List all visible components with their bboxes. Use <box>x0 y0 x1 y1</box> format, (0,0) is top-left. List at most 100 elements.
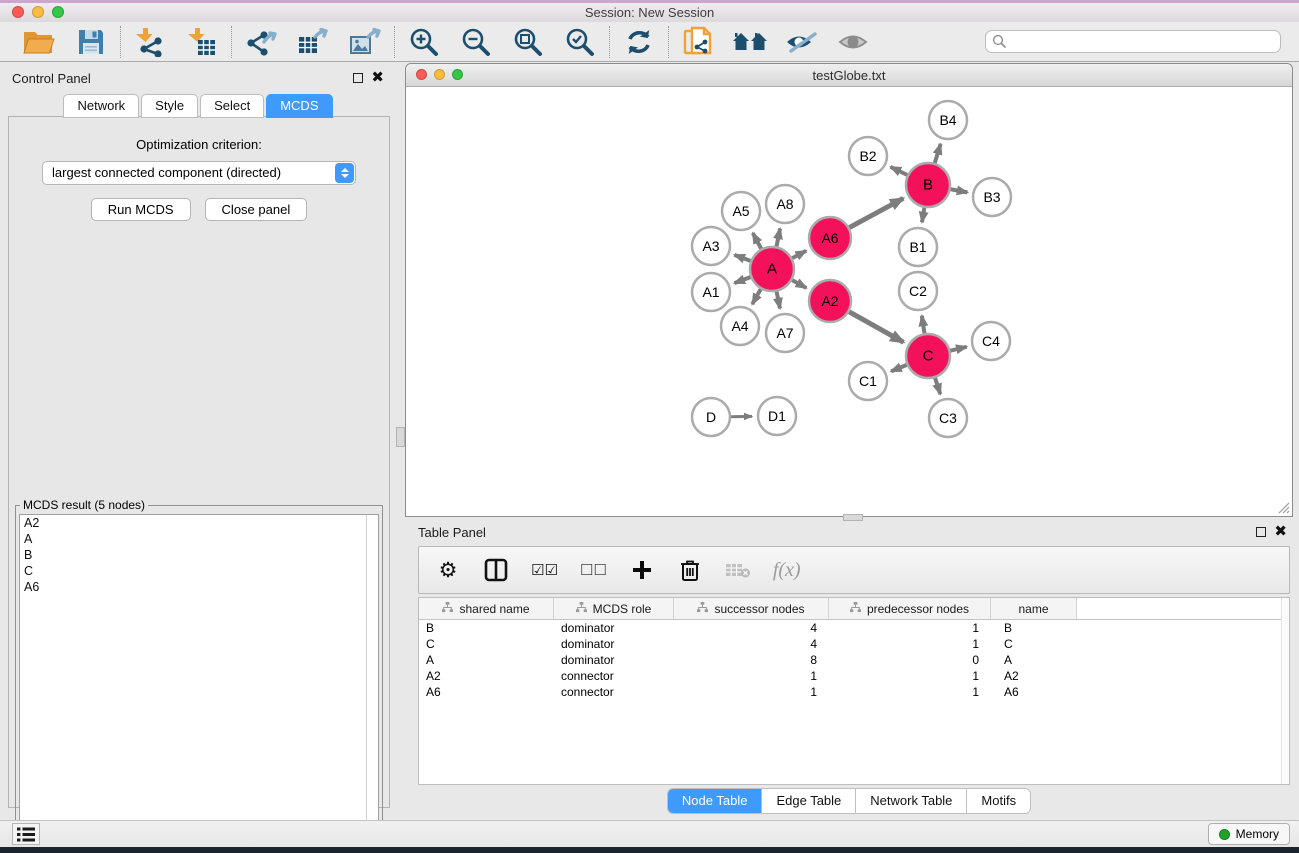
graph-node-A4[interactable]: A4 <box>721 307 759 345</box>
network-overview-icon[interactable] <box>732 25 768 59</box>
hide-graphics-details-icon[interactable] <box>784 25 820 59</box>
graph-edge-C-C3[interactable] <box>935 378 940 394</box>
table-cell[interactable]: A2 <box>419 668 554 684</box>
search-input[interactable] <box>985 30 1281 53</box>
table-cell[interactable]: 1 <box>829 620 991 636</box>
unselect-all-columns-icon[interactable]: ☐☐ <box>580 555 607 585</box>
network-close-button[interactable] <box>416 69 427 80</box>
tab-style[interactable]: Style <box>141 94 198 118</box>
float-table-panel-icon[interactable] <box>1256 527 1266 537</box>
mcds-result-item[interactable]: A2 <box>20 515 378 531</box>
network-graph[interactable]: B4B2BB3A8A5A6A3B1AC2A1A2A4A7C4CC1DD1C3 <box>406 87 1292 516</box>
graph-edge-A-A6[interactable] <box>792 251 806 258</box>
mcds-result-list[interactable]: A2ABCA6 <box>19 514 379 846</box>
table-cell[interactable]: connector <box>554 684 674 700</box>
network-window-titlebar[interactable]: testGlobe.txt <box>406 64 1292 87</box>
clone-network-icon[interactable] <box>680 25 716 59</box>
table-cell[interactable]: A2 <box>991 668 1077 684</box>
table-cell[interactable]: dominator <box>554 620 674 636</box>
table-cell[interactable]: A <box>419 652 554 668</box>
mcds-result-item[interactable]: C <box>20 563 378 579</box>
graph-node-B3[interactable]: B3 <box>973 178 1011 216</box>
close-panel-icon[interactable]: ✖ <box>371 73 384 83</box>
column-header-MCDS-role[interactable]: MCDS role <box>554 598 674 619</box>
graph-node-A3[interactable]: A3 <box>692 227 730 265</box>
graph-node-A[interactable]: A <box>750 247 794 291</box>
table-cell[interactable]: B <box>991 620 1077 636</box>
close-window-button[interactable] <box>12 6 24 18</box>
graph-node-B[interactable]: B <box>906 163 950 207</box>
graph-edge-C-C1[interactable] <box>891 365 907 372</box>
graph-edge-B-B2[interactable] <box>891 167 908 175</box>
column-header-name[interactable]: name <box>991 598 1077 619</box>
table-scrollbar-track[interactable] <box>1281 598 1289 784</box>
table-cell[interactable]: A <box>991 652 1077 668</box>
graph-node-A1[interactable]: A1 <box>692 273 730 311</box>
import-network-icon[interactable] <box>132 25 168 59</box>
export-table-icon[interactable] <box>295 25 331 59</box>
export-image-icon[interactable] <box>347 25 383 59</box>
graph-edge-A-A7[interactable] <box>777 292 780 309</box>
graph-node-A5[interactable]: A5 <box>722 192 760 230</box>
graph-edge-A6-B[interactable] <box>849 198 903 227</box>
graph-node-C4[interactable]: C4 <box>972 322 1010 360</box>
criterion-select[interactable]: largest connected component (directed) <box>42 161 356 185</box>
tab-network-table[interactable]: Network Table <box>856 789 967 813</box>
table-row[interactable]: Cdominator41C <box>419 636 1289 652</box>
table-cell[interactable]: 1 <box>829 668 991 684</box>
table-cell[interactable]: A6 <box>991 684 1077 700</box>
graph-edge-C-C4[interactable] <box>950 347 966 351</box>
table-cell[interactable]: 8 <box>674 652 829 668</box>
column-header-shared-name[interactable]: shared name <box>419 598 554 619</box>
table-options-gear-icon[interactable]: ⚙ <box>435 555 461 585</box>
graph-node-D1[interactable]: D1 <box>758 397 796 435</box>
graph-node-B2[interactable]: B2 <box>849 137 887 175</box>
table-cell[interactable]: B <box>419 620 554 636</box>
window-resize-grip[interactable] <box>1276 500 1290 514</box>
import-table-icon[interactable] <box>184 25 220 59</box>
graph-edge-B-B3[interactable] <box>951 189 968 192</box>
table-row[interactable]: Adominator80A <box>419 652 1289 668</box>
tab-select[interactable]: Select <box>200 94 264 118</box>
mcds-result-item[interactable]: A6 <box>20 579 378 595</box>
network-minimize-button[interactable] <box>434 69 445 80</box>
column-header-predecessor-nodes[interactable]: predecessor nodes <box>829 598 991 619</box>
mcds-result-item[interactable]: A <box>20 531 378 547</box>
show-column-icon[interactable] <box>483 555 509 585</box>
table-cell[interactable]: 4 <box>674 636 829 652</box>
zoom-selected-icon[interactable] <box>562 25 598 59</box>
mcds-result-item[interactable]: B <box>20 547 378 563</box>
table-cell[interactable]: connector <box>554 668 674 684</box>
close-table-panel-icon[interactable]: ✖ <box>1274 527 1287 537</box>
graph-node-C3[interactable]: C3 <box>929 399 967 437</box>
save-session-icon[interactable] <box>73 25 109 59</box>
graph-edge-A2-C[interactable] <box>849 312 903 343</box>
zoom-out-icon[interactable] <box>458 25 494 59</box>
column-header-successor-nodes[interactable]: successor nodes <box>674 598 829 619</box>
close-panel-button[interactable]: Close panel <box>205 198 308 221</box>
table-row[interactable]: Bdominator41B <box>419 620 1289 636</box>
graph-edge-B-B1[interactable] <box>922 208 924 223</box>
table-cell[interactable]: 1 <box>674 668 829 684</box>
graph-edge-A-A1[interactable] <box>734 277 750 283</box>
table-cell[interactable]: dominator <box>554 636 674 652</box>
tab-node-table[interactable]: Node Table <box>668 789 763 813</box>
table-cell[interactable]: 4 <box>674 620 829 636</box>
refresh-layout-icon[interactable] <box>621 25 657 59</box>
graph-node-C[interactable]: C <box>906 334 950 378</box>
show-graphics-details-icon[interactable] <box>836 25 872 59</box>
table-row[interactable]: A2connector11A2 <box>419 668 1289 684</box>
delete-column-icon[interactable] <box>677 555 703 585</box>
graph-node-B4[interactable]: B4 <box>929 101 967 139</box>
tab-motifs[interactable]: Motifs <box>967 789 1030 813</box>
graph-node-A8[interactable]: A8 <box>766 185 804 223</box>
table-cell[interactable]: C <box>991 636 1077 652</box>
graph-edge-A-A8[interactable] <box>777 229 781 247</box>
tab-edge-table[interactable]: Edge Table <box>762 789 856 813</box>
graph-node-A7[interactable]: A7 <box>766 314 804 352</box>
minimize-window-button[interactable] <box>32 6 44 18</box>
table-cell[interactable]: dominator <box>554 652 674 668</box>
graph-edge-A-A5[interactable] <box>753 233 761 249</box>
zoom-fit-icon[interactable] <box>510 25 546 59</box>
tab-mcds[interactable]: MCDS <box>266 94 332 118</box>
